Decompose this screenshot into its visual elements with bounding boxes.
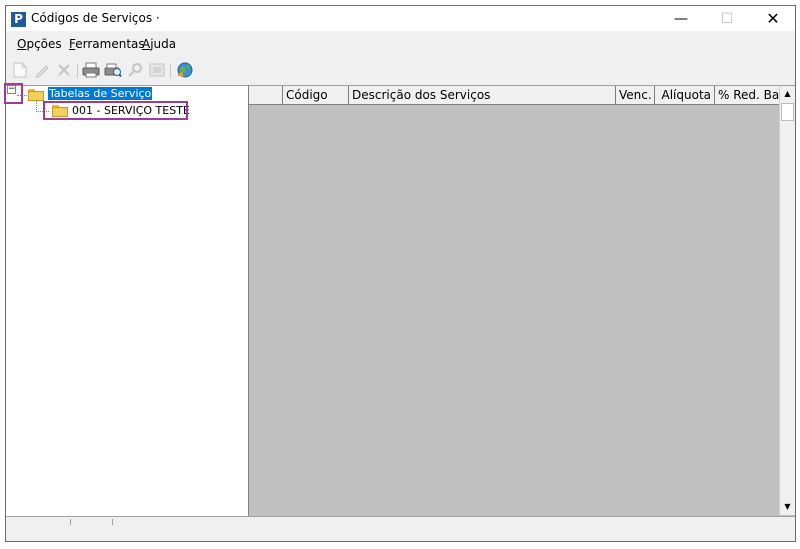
column-header-descricao[interactable]: Descrição dos Serviços — [349, 86, 616, 104]
menu-bar: Opções Ferramentas Ajuda — [6, 31, 795, 55]
grid-header-indicator — [249, 86, 283, 104]
scroll-up-arrow-icon[interactable]: ▲ — [780, 86, 795, 102]
highlight-box-tree-node — [43, 101, 188, 120]
maximize-button[interactable]: ☐ — [704, 6, 750, 31]
status-bar — [6, 516, 795, 541]
report-icon[interactable] — [148, 61, 166, 79]
column-header-red-base[interactable]: % Red. Bas — [715, 86, 779, 104]
vertical-scrollbar[interactable]: ▲ ▼ — [779, 86, 795, 515]
toolbar-separator — [77, 63, 78, 78]
status-separator — [112, 519, 113, 525]
status-separator — [70, 519, 71, 525]
search-icon[interactable] — [126, 61, 144, 79]
tree-node-tabelas-de-servico[interactable]: Tabelas de Serviço — [46, 86, 154, 101]
print-icon[interactable] — [82, 61, 100, 79]
title-bar[interactable]: P Códigos de Serviços · — ☐ ✕ — [6, 6, 795, 31]
minimize-button[interactable]: — — [658, 6, 704, 31]
app-logo-icon: P — [11, 12, 26, 27]
scroll-down-arrow-icon[interactable]: ▼ — [780, 499, 795, 515]
highlight-box-expander — [4, 83, 23, 104]
main-window: P Códigos de Serviços · — ☐ ✕ Opções Fer… — [5, 5, 796, 542]
folder-open-icon — [28, 89, 44, 101]
toolbar — [6, 55, 795, 85]
tree-panel[interactable]: Tabelas de Serviço 001 - SERVIÇO TESTE — [6, 85, 248, 516]
services-grid[interactable]: Código Descrição dos Serviços Venc. Alíq… — [249, 85, 795, 516]
menu-opcoes[interactable]: Opções — [17, 37, 62, 51]
close-button[interactable]: ✕ — [750, 6, 796, 31]
scroll-thumb[interactable] — [781, 103, 794, 121]
column-header-codigo[interactable]: Código — [283, 86, 349, 104]
toolbar-separator — [170, 63, 171, 78]
edit-pencil-icon[interactable] — [33, 61, 51, 79]
column-header-aliquota[interactable]: Alíquota — [655, 86, 715, 104]
window-title: Códigos de Serviços · — [31, 11, 160, 25]
menu-ferramentas[interactable]: Ferramentas — [69, 37, 145, 51]
column-header-venc[interactable]: Venc. — [616, 86, 655, 104]
new-document-icon[interactable] — [11, 61, 29, 79]
print-preview-icon[interactable] — [104, 61, 122, 79]
grid-header: Código Descrição dos Serviços Venc. Alíq… — [249, 86, 779, 105]
menu-ajuda[interactable]: Ajuda — [142, 37, 176, 51]
delete-x-icon[interactable] — [55, 61, 73, 79]
refresh-globe-icon[interactable] — [176, 61, 194, 79]
